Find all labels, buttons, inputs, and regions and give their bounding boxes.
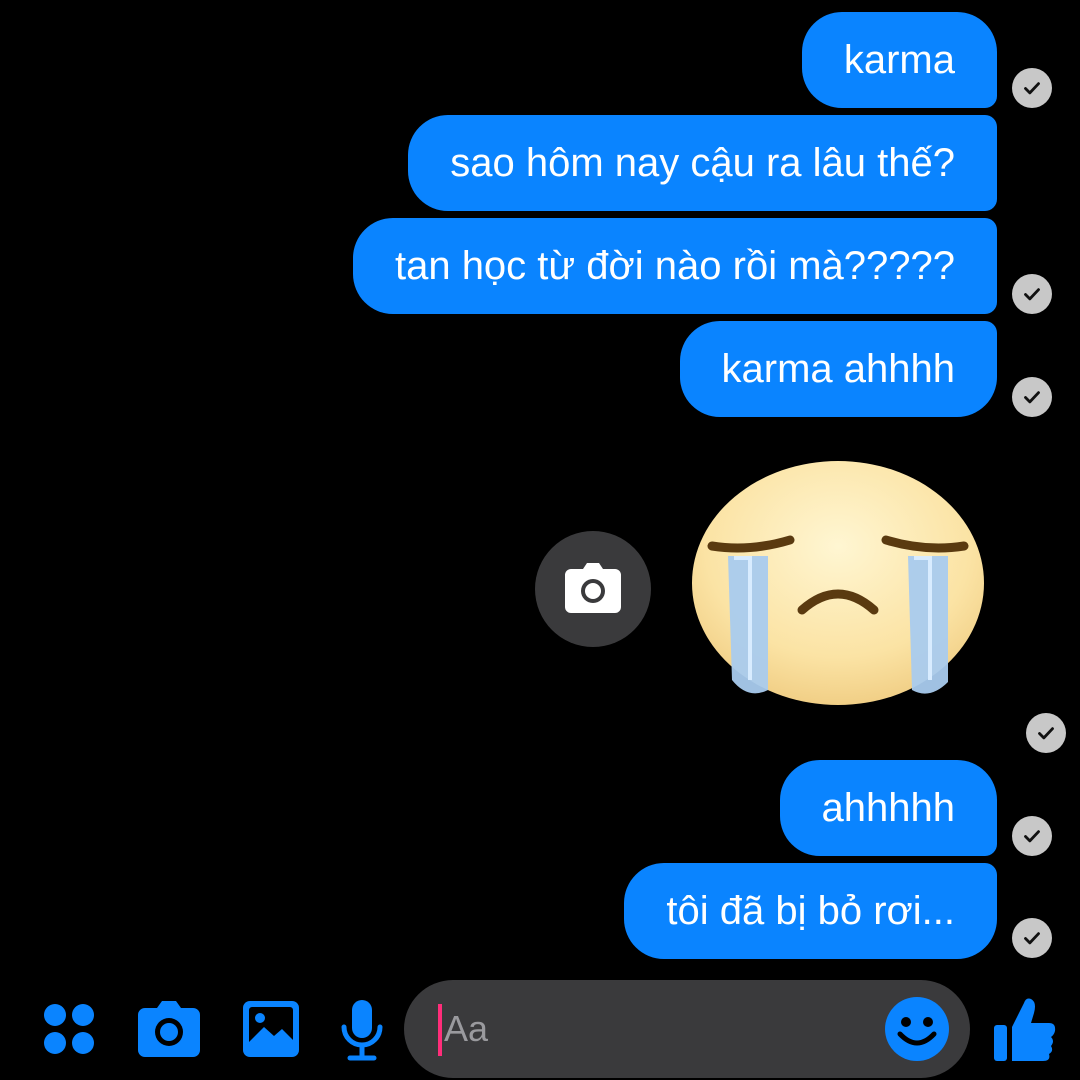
camera-icon (138, 1001, 200, 1057)
message-bubble[interactable]: ahhhhh (779, 760, 997, 856)
crying-face-sticker[interactable] (690, 460, 986, 706)
read-receipt-icon (1012, 377, 1052, 417)
text-caret (438, 1004, 442, 1056)
chat-screen: karma sao hôm nay cậu ra lâu thế? tan họ… (0, 0, 1080, 1080)
apps-icon (44, 1004, 94, 1054)
camera-tool-button[interactable] (136, 998, 202, 1060)
emoji-button[interactable] (884, 996, 950, 1062)
read-receipt-icon (1012, 274, 1052, 314)
message-bubble[interactable]: karma ahhhh (679, 321, 997, 417)
camera-button[interactable] (535, 531, 651, 647)
read-receipt-icon (1026, 713, 1066, 753)
emoji-icon (885, 997, 949, 1061)
apps-button[interactable] (40, 1000, 98, 1058)
like-button[interactable] (992, 994, 1058, 1064)
composer-bar: Aa (0, 980, 1080, 1080)
voice-record-button[interactable] (338, 998, 386, 1062)
microphone-icon (341, 1000, 383, 1061)
read-receipt-icon (1012, 816, 1052, 856)
message-input-placeholder: Aa (444, 1008, 489, 1049)
message-bubble[interactable]: sao hôm nay cậu ra lâu thế? (408, 115, 997, 211)
camera-icon (565, 563, 621, 613)
thumbs-up-icon (994, 998, 1056, 1061)
message-bubble[interactable]: tan học từ đời nào rồi mà????? (352, 218, 997, 314)
message-bubble[interactable]: karma (801, 12, 997, 108)
read-receipt-icon (1012, 68, 1052, 108)
gallery-button[interactable] (240, 998, 302, 1060)
message-input[interactable]: Aa (404, 980, 970, 1078)
gallery-icon (243, 1001, 299, 1057)
message-bubble[interactable]: tôi đã bị bỏ rơi... (624, 863, 997, 959)
read-receipt-icon (1012, 918, 1052, 958)
